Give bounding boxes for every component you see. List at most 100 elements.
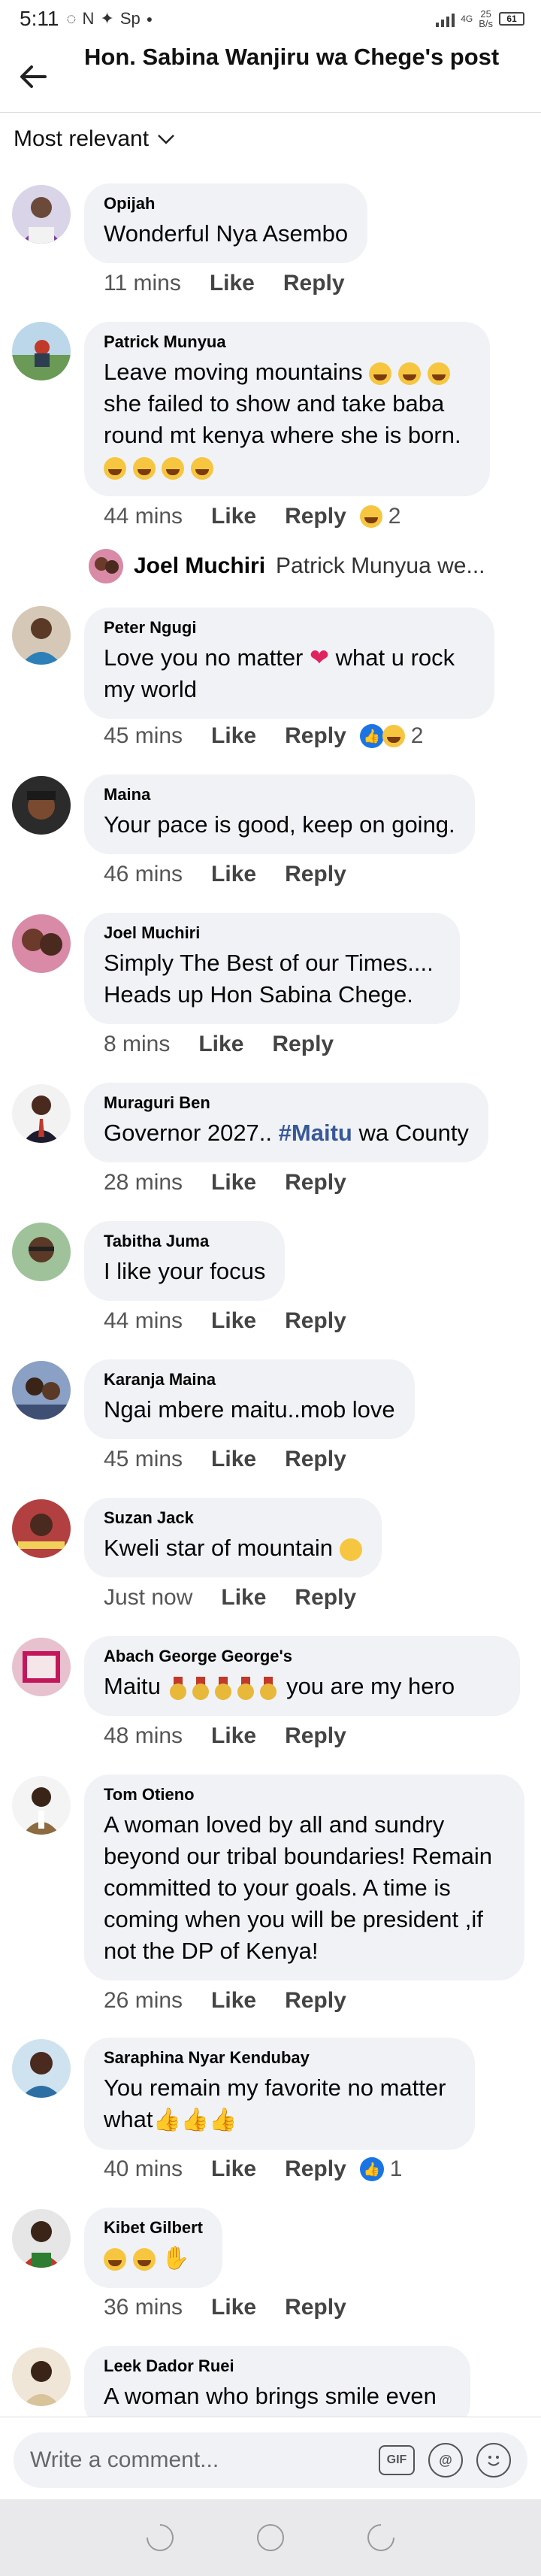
comment-author[interactable]: Kibet Gilbert [104,2218,203,2238]
like-button[interactable]: Like [211,2295,256,2320]
back-button[interactable] [17,60,50,93]
avatar[interactable] [12,776,71,835]
avatar[interactable] [12,1084,71,1143]
comment-actions: 44 mins Like Reply [104,1308,375,1334]
avatar[interactable] [12,2209,71,2268]
comment-author[interactable]: Abach George George's [104,1647,500,1666]
hashtag-link[interactable]: #Maitu [279,1120,352,1146]
reply-button[interactable]: Reply [285,1988,346,2014]
reply-button[interactable]: Reply [285,1723,346,1749]
reply-button[interactable]: Reply [285,504,346,529]
comment-author[interactable]: Peter Ngugi [104,618,475,638]
reply-button[interactable]: Reply [285,1170,346,1196]
comment-time: 36 mins [104,2295,183,2320]
avatar[interactable] [12,322,71,380]
comment-text: Governor 2027.. #Maitu wa County [104,1120,469,1146]
reply-button[interactable]: Reply [272,1032,334,1057]
reply-button[interactable]: Reply [283,271,345,296]
haha-reaction-icon [359,505,382,528]
reaction-summary[interactable]: 👍 1 [359,2156,402,2182]
comment-author[interactable]: Patrick Munyua [104,332,470,352]
battery-icon: 61 [499,12,524,26]
medal-emoji-icon [236,1676,255,1700]
comment-author[interactable]: Suzan Jack [104,1508,362,1528]
avatar[interactable] [12,185,71,244]
reply-button[interactable]: Reply [285,723,346,749]
nav-recents-icon[interactable] [361,2518,400,2557]
comment-text: I like your focus [104,1258,266,1284]
comment-author[interactable]: Tabitha Juma [104,1232,265,1251]
comment-bubble: Peter Ngugi Love you no matter ❤ what u … [84,608,494,719]
waving-hand-emoji-icon: ✋ [162,2246,190,2271]
comment-bubble: Opijah Wonderful Nya Asembo [84,183,368,263]
twitter-icon: ✦ [100,9,114,28]
like-button[interactable]: Like [210,271,255,296]
comment-actions: 36 mins Like Reply [104,2295,375,2320]
reply-button[interactable]: Reply [285,1308,346,1334]
like-button[interactable]: Like [211,1170,256,1196]
whatsapp-icon: ◌ [66,9,77,28]
comment-time: 28 mins [104,1170,183,1195]
comment-author[interactable]: Opijah [104,194,348,214]
avatar[interactable] [12,1776,71,1835]
comment-text: Your pace is good, keep on going. [104,811,455,838]
nav-back-icon[interactable] [141,2518,180,2557]
reply-preview[interactable]: Joel Muchiri Patrick Munyua we... [89,549,485,583]
sort-dropdown[interactable]: Most relevant [14,126,176,152]
comment-actions: Just now Like Reply [104,1585,385,1611]
like-button[interactable]: Like [211,862,256,887]
emoji-picker-icon[interactable] [476,2443,511,2478]
comment-actions: 45 mins Like Reply [104,1447,375,1472]
comment-author[interactable]: Karanja Maina [104,1370,395,1390]
reply-button[interactable]: Reply [285,2156,346,2182]
avatar[interactable] [12,2347,71,2406]
mention-icon[interactable]: @ [428,2443,463,2478]
like-button[interactable]: Like [211,723,256,749]
avatar[interactable] [12,606,71,665]
comment-author[interactable]: Leek Dador Ruei [104,2356,451,2376]
emoji-row [104,451,470,483]
reply-button[interactable]: Reply [285,862,346,887]
comment-author[interactable]: Muraguri Ben [104,1093,469,1113]
avatar[interactable] [12,1638,71,1696]
like-button[interactable]: Like [221,1585,266,1611]
laughing-emoji-icon [369,362,392,385]
laughing-emoji-icon [132,2247,156,2271]
reaction-summary[interactable]: 👍 2 [359,723,423,749]
notification-icons: ◌ N ✦ Sp ● [66,9,153,29]
like-button[interactable]: Like [198,1032,243,1057]
comment-author[interactable]: Tom Otieno [104,1785,505,1805]
sort-label: Most relevant [14,126,150,151]
comment-author[interactable]: Maina [104,785,455,805]
gif-icon[interactable]: GIF [379,2445,415,2475]
grinning-emoji-icon [190,456,213,480]
reply-button[interactable]: Reply [295,1585,356,1611]
comment-time: 26 mins [104,1988,183,2013]
thumbs-up-emoji-icon: 👍 [209,2108,237,2132]
reply-button[interactable]: Reply [285,2295,346,2320]
comment-author[interactable]: Saraphina Nyar Kendubay [104,2048,455,2068]
reply-button[interactable]: Reply [285,1447,346,1472]
like-button[interactable]: Like [211,1723,256,1749]
comment-actions: 40 mins Like Reply 👍 1 [104,2156,402,2182]
like-button[interactable]: Like [211,504,256,529]
avatar[interactable] [12,914,71,973]
like-button[interactable]: Like [211,1447,256,1472]
avatar[interactable] [12,2039,71,2098]
avatar[interactable] [12,1361,71,1420]
haha-reaction-icon [382,725,405,747]
like-button[interactable]: Like [211,1988,256,2014]
nav-home-icon[interactable] [256,2524,284,2551]
comment-bubble: Tom Otieno A woman loved by all and sund… [84,1774,524,1980]
grinning-emoji-icon [132,456,156,480]
reaction-summary[interactable]: 2 [359,504,400,529]
avatar[interactable] [12,1223,71,1281]
comment-time: 46 mins [104,862,183,886]
comment-input[interactable]: Write a comment... GIF @ [14,2432,527,2488]
comment-author[interactable]: Joel Muchiri [104,923,440,943]
like-button[interactable]: Like [211,2156,256,2182]
comment-bubble: Patrick Munyua Leave moving mountains sh… [84,322,490,496]
avatar[interactable] [12,1499,71,1558]
network-speed: 25 B/s [479,8,493,29]
like-button[interactable]: Like [211,1308,256,1334]
